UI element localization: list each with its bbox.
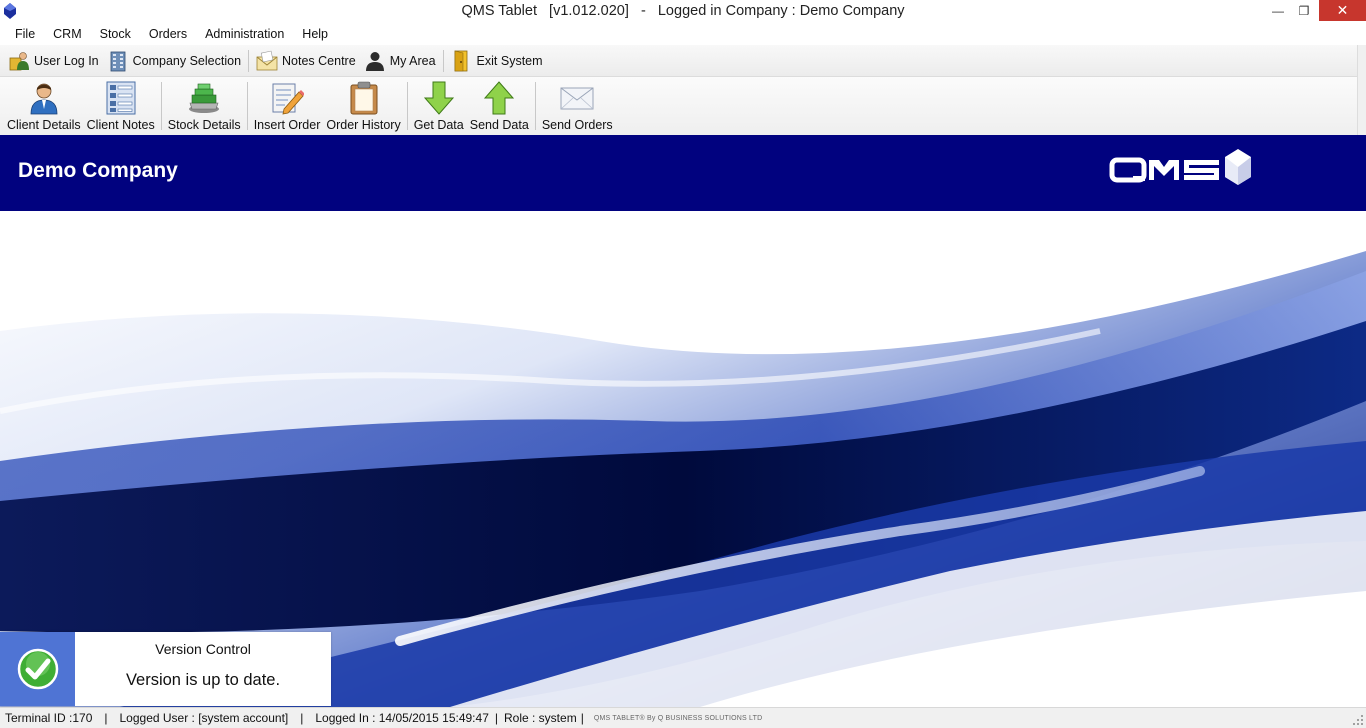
status-separator: | [104, 711, 108, 725]
menu-stock[interactable]: Stock [91, 27, 140, 41]
status-separator: | [494, 711, 498, 725]
envelope-notes-icon [256, 50, 278, 70]
client-person-icon [30, 83, 58, 115]
status-separator: | [300, 711, 304, 725]
exit-system-button[interactable]: Exit System [447, 47, 547, 75]
toolbar-scroll-strip[interactable] [1357, 45, 1366, 135]
send-data-button[interactable]: Send Data [467, 79, 532, 133]
user-log-in-button[interactable]: User Log In [4, 47, 103, 75]
toolbar-divider [442, 49, 444, 72]
check-circle-icon [17, 648, 58, 690]
stock-details-button[interactable]: Stock Details [165, 79, 244, 133]
menu-orders[interactable]: Orders [140, 27, 196, 41]
exit-system-label: Exit System [476, 53, 543, 68]
get-data-button[interactable]: Get Data [411, 79, 467, 133]
logged-user: Logged User : [system account] [119, 711, 289, 725]
notification-message: Version is up to date. [125, 671, 281, 689]
toolbar-divider [246, 82, 248, 130]
toolbar-divider [248, 49, 250, 72]
logged-in-time: Logged In : 14/05/2015 15:49:47 [315, 711, 489, 725]
building-icon [110, 51, 126, 71]
arrow-up-icon [484, 81, 515, 115]
product-credit: QMS TABLET® By Q BUSINESS SOLUTIONS LTD [593, 714, 763, 722]
menu-administration[interactable]: Administration [196, 27, 293, 41]
notification-icon-panel [0, 632, 75, 706]
pencil-document-icon [272, 83, 305, 115]
envelope-icon [560, 87, 594, 110]
minimize-button[interactable]: — [1266, 0, 1290, 21]
title-bar: QMS Tablet [v1.012.020] - Logged in Comp… [0, 0, 1366, 23]
main-toolbar: Client Details Client Notes Stock Detail… [0, 77, 1366, 135]
menu-crm[interactable]: CRM [44, 27, 90, 41]
notes-centre-button[interactable]: Notes Centre [252, 47, 360, 75]
client-notes-label: Client Notes [86, 118, 155, 132]
menu-help[interactable]: Help [293, 27, 337, 41]
exit-door-icon [454, 50, 467, 71]
list-notes-icon [106, 81, 136, 115]
menu-file[interactable]: File [6, 27, 44, 41]
client-notes-button[interactable]: Client Notes [84, 79, 158, 133]
clipboard-icon [350, 81, 378, 115]
insert-order-button[interactable]: Insert Order [251, 79, 324, 133]
quick-toolbar: User Log In Company Selection Notes Cent… [0, 45, 1366, 77]
order-history-button[interactable]: Order History [323, 79, 403, 133]
toolbar-divider [160, 82, 162, 130]
company-selection-label: Company Selection [132, 53, 242, 68]
user-role: Role : system [504, 711, 577, 725]
window-title: QMS Tablet [v1.012.020] - Logged in Comp… [461, 3, 905, 19]
notification-title: Version Control [155, 641, 251, 657]
insert-order-label: Insert Order [253, 118, 321, 132]
notes-centre-label: Notes Centre [282, 53, 356, 68]
status-separator: | [580, 711, 584, 725]
order-history-label: Order History [326, 118, 401, 132]
toolbar-divider [534, 82, 536, 130]
qms-logo [1109, 149, 1251, 185]
send-data-label: Send Data [469, 118, 529, 132]
send-orders-button[interactable]: Send Orders [539, 79, 616, 133]
client-details-button[interactable]: Client Details [4, 79, 84, 133]
company-selection-button[interactable]: Company Selection [103, 47, 245, 75]
send-orders-label: Send Orders [541, 118, 613, 132]
company-name: Demo Company [18, 159, 178, 182]
status-bar: Terminal ID :170 | Logged User : [system… [0, 707, 1366, 728]
menu-bar: File CRM Stock Orders Administration Hel… [0, 23, 1366, 45]
terminal-id: Terminal ID :170 [5, 711, 93, 725]
stock-pile-icon [189, 83, 220, 113]
resize-grip-icon[interactable] [1352, 714, 1364, 726]
arrow-down-icon [423, 81, 454, 115]
version-control-notification[interactable]: Version Control Version is up to date. [0, 632, 331, 706]
client-details-label: Client Details [7, 118, 81, 132]
close-button[interactable]: ✕ [1319, 0, 1366, 21]
my-area-button[interactable]: My Area [360, 47, 440, 75]
person-silhouette-icon [365, 51, 384, 71]
get-data-label: Get Data [413, 118, 464, 132]
restore-button[interactable]: ❐ [1292, 0, 1316, 21]
user-log-in-label: User Log In [34, 53, 99, 68]
toolbar-divider [406, 82, 408, 130]
user-login-icon [9, 51, 29, 70]
stock-details-label: Stock Details [167, 118, 241, 132]
my-area-label: My Area [389, 53, 436, 68]
